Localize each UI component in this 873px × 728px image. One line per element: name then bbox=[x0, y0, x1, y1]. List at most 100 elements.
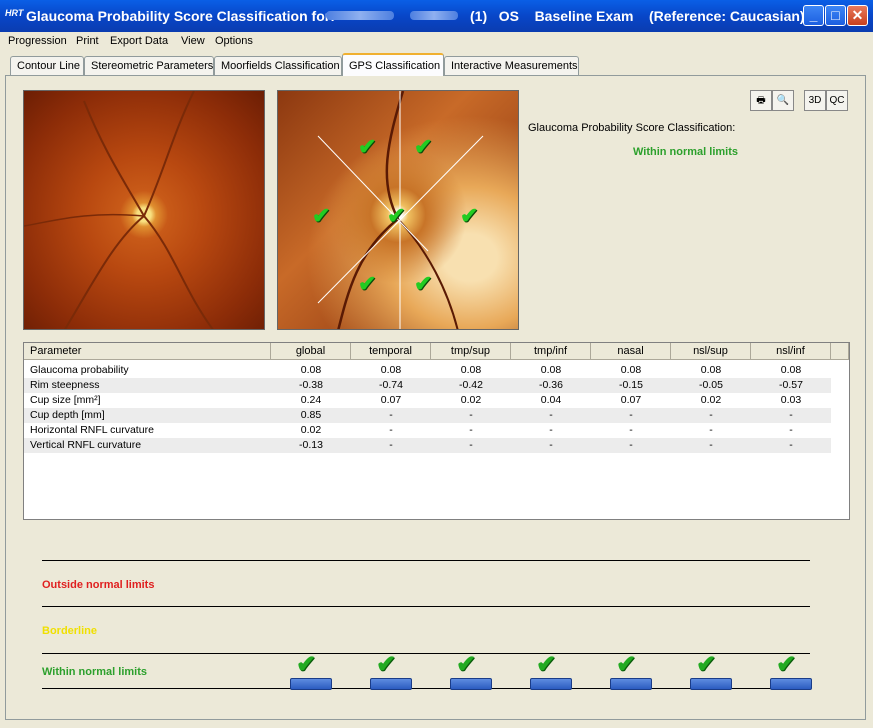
marker-base bbox=[290, 678, 332, 690]
view-3d-button[interactable]: 3D bbox=[804, 90, 826, 111]
marker-base bbox=[370, 678, 412, 690]
cell-global: 0.85 bbox=[300, 409, 322, 421]
table-row[interactable]: Cup depth [mm] 0.85 - - - - - - bbox=[24, 408, 831, 423]
column-header-tmp-inf[interactable]: tmp/inf bbox=[511, 343, 591, 360]
cell-parameter: Rim steepness bbox=[30, 379, 100, 391]
cell-global: 0.08 bbox=[300, 364, 322, 376]
column-header-filler bbox=[831, 343, 849, 360]
column-header-global[interactable]: global bbox=[271, 343, 351, 360]
tab-gps-classification[interactable]: GPS Classification bbox=[342, 53, 444, 76]
sector-marker-temporal: ✔ bbox=[368, 651, 414, 692]
menu-view[interactable]: View bbox=[181, 32, 205, 50]
cell-nsl-sup: - bbox=[709, 439, 713, 451]
parameter-table: Parameter global temporal tmp/sup tmp/in… bbox=[23, 342, 850, 520]
sector-marker-tmp-inf: ✔ bbox=[528, 651, 574, 692]
marker-base bbox=[690, 678, 732, 690]
tab-stereometric-parameters[interactable]: Stereometric Parameters bbox=[84, 56, 214, 75]
cell-parameter: Horizontal RNFL curvature bbox=[30, 424, 154, 436]
marker-base bbox=[610, 678, 652, 690]
table-row[interactable]: Horizontal RNFL curvature 0.02 - - - - -… bbox=[24, 423, 831, 438]
redacted-name-first bbox=[326, 11, 394, 20]
print-button[interactable]: 🖶 bbox=[750, 90, 772, 111]
cell-nasal: 0.07 bbox=[620, 394, 642, 406]
cell-nasal: 0.08 bbox=[620, 364, 642, 376]
menu-bar: Progression Print Export Data View Optio… bbox=[0, 32, 873, 50]
close-button[interactable]: ✕ bbox=[847, 5, 868, 26]
table-row[interactable]: Rim steepness -0.38 -0.74 -0.42 -0.36 -0… bbox=[24, 378, 831, 393]
cell-tmp-inf: - bbox=[549, 409, 553, 421]
close-icon: ✕ bbox=[851, 7, 864, 23]
cell-parameter: Cup depth [mm] bbox=[30, 409, 105, 421]
cell-temporal: - bbox=[389, 424, 393, 436]
cell-nsl-inf: -0.57 bbox=[779, 379, 803, 391]
cell-tmp-sup: - bbox=[469, 424, 473, 436]
cell-tmp-inf: 0.04 bbox=[540, 394, 562, 406]
cell-nasal: -0.15 bbox=[619, 379, 643, 391]
window-title-prefix: Glaucoma Probability Score Classificatio… bbox=[26, 8, 335, 24]
cell-tmp-sup: -0.42 bbox=[459, 379, 483, 391]
column-header-nasal[interactable]: nasal bbox=[591, 343, 671, 360]
app-icon: HRT bbox=[5, 8, 24, 18]
cell-global: -0.38 bbox=[299, 379, 323, 391]
column-header-nsl-sup[interactable]: nsl/sup bbox=[671, 343, 751, 360]
gps-classification-result: Within normal limits bbox=[633, 146, 739, 158]
redacted-name-last bbox=[410, 11, 458, 20]
cell-temporal: 0.07 bbox=[380, 394, 402, 406]
cell-tmp-sup: 0.08 bbox=[460, 364, 482, 376]
check-icon: ✔ bbox=[696, 651, 717, 678]
sector-check-icon: ✔ bbox=[358, 271, 377, 296]
cell-temporal: -0.74 bbox=[379, 379, 403, 391]
title-bar: HRT Glaucoma Probability Score Classific… bbox=[0, 0, 873, 32]
reflectance-image bbox=[23, 90, 265, 330]
cell-temporal: - bbox=[389, 409, 393, 421]
menu-options[interactable]: Options bbox=[215, 32, 253, 50]
sector-check-icon: ✔ bbox=[460, 203, 479, 228]
sector-check-icon: ✔ bbox=[414, 271, 433, 296]
cell-nsl-sup: - bbox=[709, 424, 713, 436]
check-icon: ✔ bbox=[376, 651, 397, 678]
cell-nsl-sup: 0.02 bbox=[700, 394, 722, 406]
cell-parameter: Cup size [mm²] bbox=[30, 394, 101, 406]
marker-base bbox=[530, 678, 572, 690]
cell-temporal: 0.08 bbox=[380, 364, 402, 376]
table-row[interactable]: Vertical RNFL curvature -0.13 - - - - - … bbox=[24, 438, 831, 453]
cell-tmp-inf: - bbox=[549, 424, 553, 436]
column-header-parameter[interactable]: Parameter bbox=[24, 343, 271, 360]
menu-progression[interactable]: Progression bbox=[8, 32, 67, 50]
gps-classification-label: Glaucoma Probability Score Classificatio… bbox=[528, 122, 736, 134]
minimize-icon: _ bbox=[809, 7, 818, 23]
column-header-tmp-sup[interactable]: tmp/sup bbox=[431, 343, 511, 360]
cell-nsl-inf: - bbox=[789, 439, 793, 451]
tab-interactive-measurements[interactable]: Interactive Measurements bbox=[444, 56, 579, 75]
cell-nsl-inf: 0.08 bbox=[780, 364, 802, 376]
column-header-temporal[interactable]: temporal bbox=[351, 343, 431, 360]
printer-icon: 🖶 bbox=[756, 95, 766, 106]
cell-tmp-sup: - bbox=[469, 409, 473, 421]
menu-export-data[interactable]: Export Data bbox=[110, 32, 168, 50]
check-icon: ✔ bbox=[536, 651, 557, 678]
tab-contour-line[interactable]: Contour Line bbox=[10, 56, 84, 75]
cell-nasal: - bbox=[629, 409, 633, 421]
cell-global: 0.02 bbox=[300, 424, 322, 436]
menu-print[interactable]: Print bbox=[76, 32, 99, 50]
cell-nsl-sup: - bbox=[709, 409, 713, 421]
table-row[interactable]: Glaucoma probability 0.08 0.08 0.08 0.08… bbox=[24, 363, 831, 378]
print-preview-button[interactable]: 🔍 bbox=[772, 90, 794, 111]
cell-nasal: - bbox=[629, 424, 633, 436]
cell-tmp-inf: - bbox=[549, 439, 553, 451]
tab-moorfields-classification[interactable]: Moorfields Classification bbox=[214, 56, 342, 75]
sector-marker-global: ✔ bbox=[288, 651, 334, 692]
check-icon: ✔ bbox=[296, 651, 317, 678]
qc-button[interactable]: QC bbox=[826, 90, 848, 111]
column-header-nsl-inf[interactable]: nsl/inf bbox=[751, 343, 831, 360]
cell-tmp-sup: - bbox=[469, 439, 473, 451]
vessel-overlay bbox=[24, 91, 214, 329]
sector-marker-nsl-sup: ✔ bbox=[688, 651, 734, 692]
minimize-button[interactable]: _ bbox=[803, 5, 824, 26]
table-row[interactable]: Cup size [mm²] 0.24 0.07 0.02 0.04 0.07 … bbox=[24, 393, 831, 408]
cell-tmp-inf: -0.36 bbox=[539, 379, 563, 391]
maximize-button[interactable]: □ bbox=[825, 5, 846, 26]
cell-tmp-sup: 0.02 bbox=[460, 394, 482, 406]
legend-divider bbox=[42, 606, 810, 607]
sector-check-icon: ✔ bbox=[312, 203, 331, 228]
